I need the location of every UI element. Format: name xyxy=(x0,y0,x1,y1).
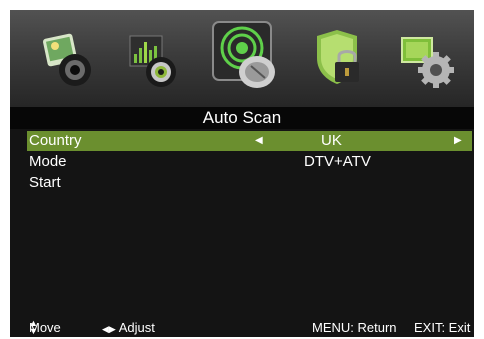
start-row[interactable]: Start xyxy=(27,173,472,193)
menu-return-hint: MENU: Return xyxy=(312,320,397,335)
adjust-label: Adjust xyxy=(118,320,155,335)
country-row[interactable]: Country ◀ UK ▶ xyxy=(27,131,472,151)
menu-icon-bar xyxy=(10,10,474,107)
mode-label: Mode xyxy=(29,153,67,170)
left-arrow-icon[interactable]: ◀ xyxy=(255,131,263,151)
setup-icon[interactable] xyxy=(398,28,462,98)
picture-icon[interactable] xyxy=(39,28,103,98)
lock-icon[interactable] xyxy=(309,28,373,98)
move-hint: ▲ ▼ Move xyxy=(29,318,61,338)
page-title: Auto Scan xyxy=(10,107,474,129)
mode-row[interactable]: Mode DTV+ATV xyxy=(27,152,472,172)
start-label: Start xyxy=(29,174,61,191)
footer-hints: ▲ ▼ Move ◀▶ Adjust MENU: Return EXIT: Exi… xyxy=(10,317,474,337)
mode-value: DTV+ATV xyxy=(304,153,371,170)
sound-icon[interactable] xyxy=(125,28,189,98)
left-right-arrow-icon: ◀▶ xyxy=(102,324,116,334)
country-value: UK xyxy=(321,132,342,149)
tv-osd-menu: Auto Scan Country ◀ UK ▶ Mode DTV+ATV St… xyxy=(10,10,474,337)
up-down-arrow-icon: ▲ ▼ xyxy=(29,318,38,336)
adjust-hint: ◀▶ Adjust xyxy=(102,318,155,339)
country-label: Country xyxy=(29,132,82,149)
right-arrow-icon[interactable]: ▶ xyxy=(454,131,462,151)
exit-hint: EXIT: Exit xyxy=(414,320,471,335)
channel-icon[interactable] xyxy=(211,20,281,100)
